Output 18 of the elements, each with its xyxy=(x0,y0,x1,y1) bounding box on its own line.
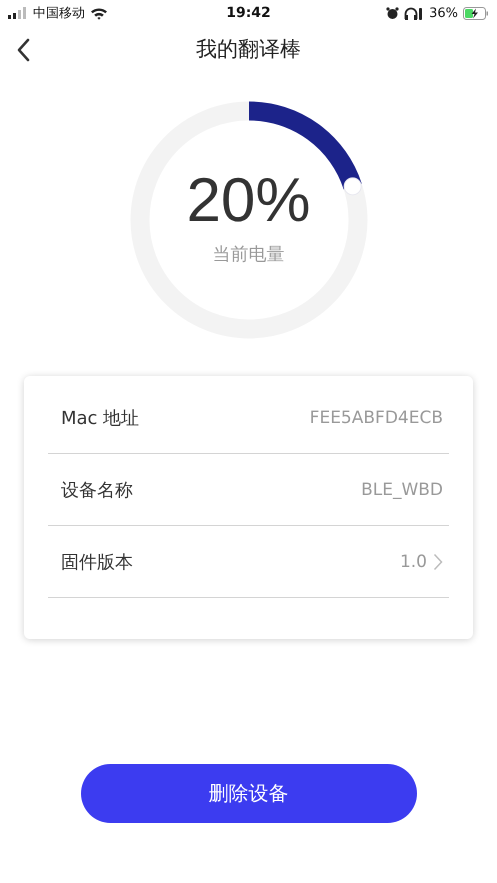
row-value: FEE5ABFD4ECB xyxy=(310,408,443,428)
battery-level-reading: 20% xyxy=(186,170,311,232)
page-title: 我的翻译棒 xyxy=(196,36,301,63)
carrier-name: 中国移动 xyxy=(33,5,85,22)
wifi-icon xyxy=(90,6,108,20)
row-label: 固件版本 xyxy=(61,550,134,574)
battery-percent: 36% xyxy=(429,6,458,20)
status-time: 19:42 xyxy=(226,5,271,21)
signal-icon xyxy=(8,7,28,19)
headphones-icon xyxy=(404,6,424,20)
battery-icon xyxy=(463,6,489,20)
row-value: BLE_WBD xyxy=(361,480,443,500)
row-label: Mac 地址 xyxy=(61,406,140,430)
delete-device-button[interactable]: 删除设备 xyxy=(80,764,416,823)
back-icon[interactable] xyxy=(16,38,30,62)
battery-caption: 当前电量 xyxy=(212,243,284,266)
row-label: 设备名称 xyxy=(61,478,134,502)
alarm-icon xyxy=(386,6,400,20)
